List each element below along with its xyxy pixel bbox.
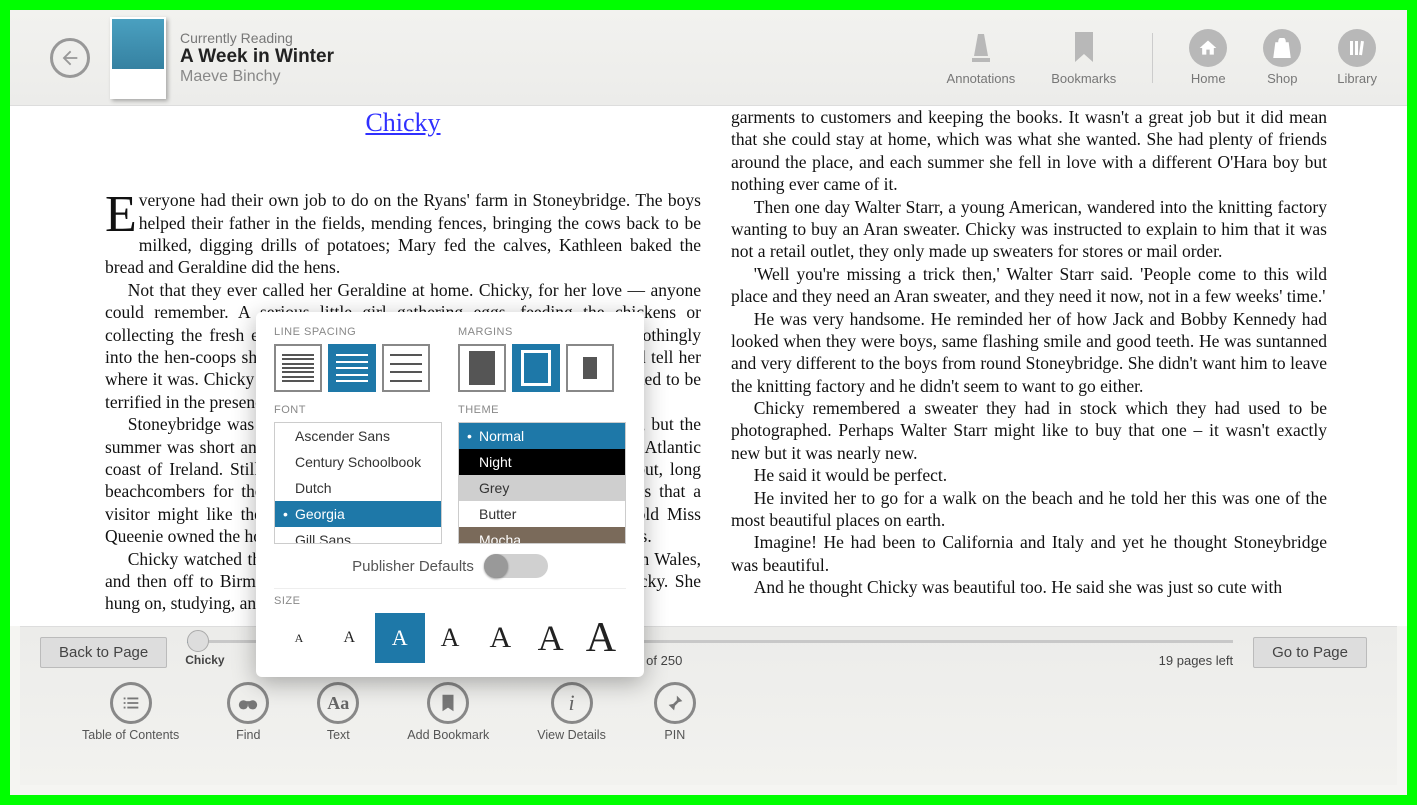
- text-button[interactable]: Aa Text: [317, 682, 359, 742]
- back-arrow-icon: [59, 47, 81, 69]
- theme-option-normal[interactable]: Normal: [459, 423, 625, 449]
- find-button[interactable]: Find: [227, 682, 269, 742]
- paragraph-text: 'Well you're missing a trick then,' Walt…: [731, 263, 1327, 308]
- paragraph-text: He was very handsome. He reminded her of…: [731, 308, 1327, 398]
- paragraph-text: Chicky remembered a sweater they had in …: [731, 397, 1327, 464]
- paragraph-text: Then one day Walter Starr, a young Ameri…: [731, 196, 1327, 263]
- publisher-defaults-toggle[interactable]: [484, 554, 548, 578]
- slider-chapter-name: Chicky: [185, 653, 224, 668]
- reader-content: Chicky Everyone had their own job to do …: [10, 106, 1407, 626]
- list-icon: [110, 682, 152, 724]
- view-details-button[interactable]: i View Details: [537, 682, 606, 742]
- slider-knob[interactable]: [187, 630, 209, 652]
- pages-left-info: 19 pages left: [1093, 653, 1233, 668]
- paragraph-text: Imagine! He had been to California and I…: [731, 531, 1327, 576]
- font-option-selected[interactable]: Georgia: [275, 501, 441, 527]
- paragraph-text: And he thought Chicky was beautiful too.…: [731, 576, 1327, 598]
- size-option-1[interactable]: A: [274, 613, 324, 663]
- font-option[interactable]: Ascender Sans: [275, 423, 441, 449]
- currently-reading-label: Currently Reading: [180, 30, 334, 46]
- top-bar: Currently Reading A Week in Winter Maeve…: [10, 10, 1407, 106]
- margin-large[interactable]: [566, 344, 614, 392]
- tools-row: Table of Contents Find Aa Text Add Bookm…: [40, 668, 1367, 742]
- chapter-title-link[interactable]: Chicky: [105, 106, 701, 139]
- back-button[interactable]: [50, 38, 90, 78]
- font-option[interactable]: Century Schoolbook: [275, 449, 441, 475]
- line-spacing-tight[interactable]: [274, 344, 322, 392]
- book-title: A Week in Winter: [180, 46, 334, 68]
- line-spacing-label: LINE SPACING: [274, 326, 442, 338]
- pin-button[interactable]: PIN: [654, 682, 696, 742]
- theme-option-night[interactable]: Night: [459, 449, 625, 475]
- home-icon: [1189, 29, 1227, 67]
- home-button[interactable]: Home: [1189, 29, 1227, 86]
- bottom-bar: Back to Page Chicky 5 of 250 19 pages le…: [20, 626, 1397, 785]
- font-label: FONT: [274, 404, 442, 416]
- right-column: garments to customers and keeping the bo…: [731, 106, 1327, 626]
- shopping-bag-icon: [1263, 29, 1301, 67]
- go-to-page-button[interactable]: Go to Page: [1253, 637, 1367, 668]
- line-spacing-section: LINE SPACING: [274, 326, 442, 392]
- top-actions: Annotations Bookmarks Home Shop Library: [947, 29, 1377, 86]
- book-cover-thumbnail[interactable]: [110, 17, 166, 99]
- shop-button[interactable]: Shop: [1263, 29, 1301, 86]
- pin-icon: [654, 682, 696, 724]
- font-option[interactable]: Dutch: [275, 475, 441, 501]
- theme-option-butter[interactable]: Butter: [459, 501, 625, 527]
- size-option-2[interactable]: A: [324, 613, 374, 663]
- margins-section: MARGINS: [458, 326, 626, 392]
- annotations-button[interactable]: Annotations: [947, 29, 1016, 86]
- paragraph-text: He invited her to go for a walk on the b…: [731, 487, 1327, 532]
- toc-button[interactable]: Table of Contents: [82, 682, 179, 742]
- book-info: Currently Reading A Week in Winter Maeve…: [180, 30, 334, 86]
- paragraph-text: He said it would be perfect.: [731, 464, 1327, 486]
- font-section: FONT Ascender Sans Century Schoolbook Du…: [274, 404, 442, 544]
- bookmark-icon: [1065, 29, 1103, 67]
- bookmarks-button[interactable]: Bookmarks: [1051, 29, 1116, 86]
- margin-small[interactable]: [458, 344, 506, 392]
- theme-option-grey[interactable]: Grey: [459, 475, 625, 501]
- text-icon: Aa: [317, 682, 359, 724]
- back-to-page-button[interactable]: Back to Page: [40, 637, 167, 668]
- size-option-5[interactable]: A: [475, 613, 525, 663]
- margin-medium[interactable]: [512, 344, 560, 392]
- bookmark-add-icon: [427, 682, 469, 724]
- size-option-6[interactable]: A: [526, 613, 576, 663]
- size-label: SIZE: [274, 595, 626, 607]
- size-option-4[interactable]: A: [425, 613, 475, 663]
- publisher-defaults-label: Publisher Defaults: [352, 558, 474, 575]
- dropcap: E: [105, 189, 137, 241]
- font-list[interactable]: Ascender Sans Century Schoolbook Dutch G…: [274, 422, 442, 544]
- paragraph-text: garments to customers and keeping the bo…: [731, 106, 1327, 196]
- paragraph-text: veryone had their own job to do on the R…: [105, 190, 701, 277]
- book-author: Maeve Binchy: [180, 68, 334, 86]
- divider: [1152, 33, 1153, 83]
- theme-list[interactable]: Normal Night Grey Butter Mocha: [458, 422, 626, 544]
- line-spacing-loose[interactable]: [382, 344, 430, 392]
- margins-label: MARGINS: [458, 326, 626, 338]
- highlighter-icon: [962, 29, 1000, 67]
- size-option-3[interactable]: A: [375, 613, 425, 663]
- text-settings-popup: LINE SPACING MARGINS FONT Ascender Sans …: [256, 312, 644, 677]
- binoculars-icon: [227, 682, 269, 724]
- info-icon: i: [551, 682, 593, 724]
- library-icon: [1338, 29, 1376, 67]
- font-option[interactable]: Gill Sans: [275, 527, 441, 544]
- size-option-7[interactable]: A: [576, 613, 626, 663]
- font-size-row: A A A A A A A: [274, 613, 626, 663]
- add-bookmark-button[interactable]: Add Bookmark: [407, 682, 489, 742]
- line-spacing-normal[interactable]: [328, 344, 376, 392]
- theme-option-mocha[interactable]: Mocha: [459, 527, 625, 544]
- theme-section: THEME Normal Night Grey Butter Mocha: [458, 404, 626, 544]
- publisher-defaults-row: Publisher Defaults: [274, 554, 626, 589]
- library-button[interactable]: Library: [1337, 29, 1377, 86]
- theme-label: THEME: [458, 404, 626, 416]
